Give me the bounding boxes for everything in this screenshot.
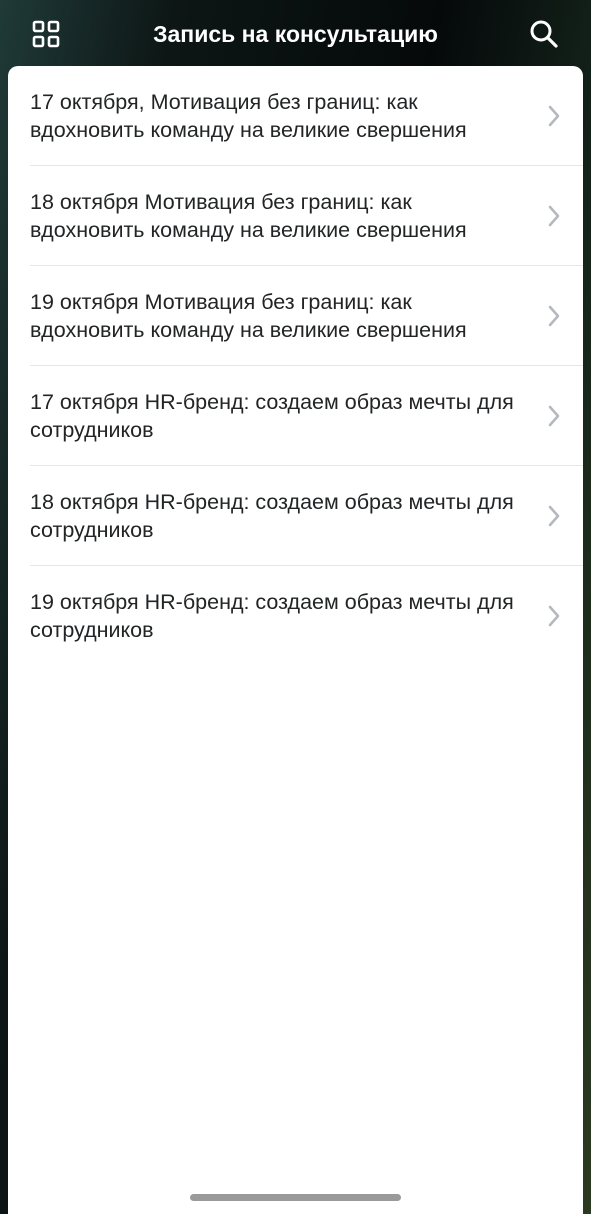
list-item[interactable]: 17 октября, Мотивация без границ: как вд…	[30, 66, 583, 166]
list-item[interactable]: 19 октября HR-бренд: создаем образ мечты…	[30, 566, 583, 666]
header-bar: Запись на консультацию	[0, 0, 591, 66]
list-item[interactable]: 17 октября HR-бренд: создаем образ мечты…	[30, 366, 583, 466]
home-indicator[interactable]	[190, 1194, 401, 1201]
chevron-right-icon	[548, 205, 560, 227]
menu-grid-button[interactable]	[26, 14, 66, 54]
list-item-label: 17 октября HR-бренд: создаем образ мечты…	[30, 390, 514, 442]
consultation-list-card: 17 октября, Мотивация без границ: как вд…	[8, 66, 583, 1214]
page-title: Запись на консультацию	[153, 21, 438, 47]
list-item-label: 19 октября HR-бренд: создаем образ мечты…	[30, 590, 514, 642]
chevron-right-icon	[548, 405, 560, 427]
list-item[interactable]: 19 октября Мотивация без границ: как вдо…	[30, 266, 583, 366]
grid-icon	[32, 20, 60, 48]
list-item-label: 18 октября Мотивация без границ: как вдо…	[30, 190, 467, 242]
chevron-right-icon	[548, 305, 560, 327]
chevron-right-icon	[548, 605, 560, 627]
list-item[interactable]: 18 октября Мотивация без границ: как вдо…	[30, 166, 583, 266]
app-screen: Запись на консультацию 17 октября, Мотив…	[0, 0, 591, 1214]
search-button[interactable]	[522, 12, 566, 56]
list-item[interactable]: 18 октября HR-бренд: создаем образ мечты…	[30, 466, 583, 566]
chevron-right-icon	[548, 105, 560, 127]
search-icon	[530, 20, 558, 48]
chevron-right-icon	[548, 505, 560, 527]
list-item-label: 17 октября, Мотивация без границ: как вд…	[30, 90, 467, 142]
consultation-list: 17 октября, Мотивация без границ: как вд…	[8, 66, 583, 666]
list-item-label: 18 октября HR-бренд: создаем образ мечты…	[30, 490, 514, 542]
list-item-label: 19 октября Мотивация без границ: как вдо…	[30, 290, 467, 342]
